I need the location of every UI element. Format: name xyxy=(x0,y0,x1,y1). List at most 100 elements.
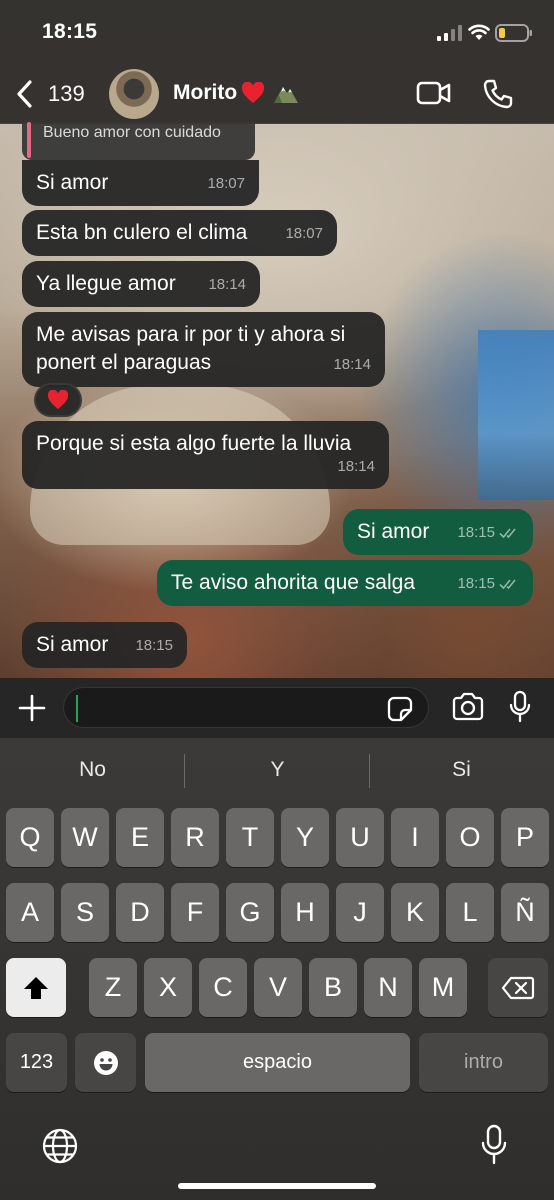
phone-icon[interactable] xyxy=(482,78,514,110)
message-bubble-incoming[interactable]: Me avisas para ir por ti y ahora si pone… xyxy=(22,312,385,387)
text-cursor xyxy=(76,695,78,722)
message-bubble-outgoing[interactable]: Te aviso ahorita que salga 18:15 xyxy=(157,560,533,606)
key-h[interactable]: H xyxy=(281,883,329,942)
message-bubble-incoming[interactable]: Ya llegue amor 18:14 xyxy=(22,261,260,307)
key-r[interactable]: R xyxy=(171,808,219,867)
key-k[interactable]: K xyxy=(391,883,439,942)
message-text: Si amor xyxy=(36,171,109,194)
quoted-message[interactable]: Bueno amor con cuidado xyxy=(22,122,255,160)
message-time: 18:07 xyxy=(285,225,323,242)
emoji-icon xyxy=(93,1050,118,1075)
wallpaper-photo-window xyxy=(478,330,554,500)
key-v[interactable]: V xyxy=(254,958,302,1017)
suggestion-no[interactable]: No xyxy=(0,758,185,782)
message-time-text: 18:15 xyxy=(457,575,495,592)
microphone-icon[interactable] xyxy=(508,690,532,724)
globe-icon[interactable] xyxy=(42,1128,78,1164)
sticker-icon[interactable] xyxy=(386,695,414,723)
message-text-line: Me avisas para ir por ti y ahora si xyxy=(36,323,346,346)
message-text-line: ponert el paraguas xyxy=(36,351,212,374)
status-bar: 18:15 xyxy=(0,0,554,66)
plus-icon[interactable] xyxy=(16,692,48,724)
key-g[interactable]: G xyxy=(226,883,274,942)
key-y[interactable]: Y xyxy=(281,808,329,867)
key-p[interactable]: P xyxy=(501,808,549,867)
red-heart-icon xyxy=(47,390,69,410)
message-text: Esta bn culero el clima xyxy=(36,221,248,244)
key-w[interactable]: W xyxy=(61,808,109,867)
suggestion-bar: No Y Si xyxy=(0,738,554,804)
home-indicator xyxy=(178,1183,376,1189)
key-l[interactable]: L xyxy=(446,883,494,942)
key-i[interactable]: I xyxy=(391,808,439,867)
microphone-icon[interactable] xyxy=(480,1124,508,1166)
mountain-icon xyxy=(274,87,299,103)
red-heart-icon xyxy=(242,82,265,103)
message-composer xyxy=(0,678,554,738)
key-b[interactable]: B xyxy=(309,958,357,1017)
space-key[interactable]: espacio xyxy=(145,1033,410,1092)
key-x[interactable]: X xyxy=(144,958,192,1017)
shift-icon xyxy=(24,976,48,999)
key-n[interactable]: N xyxy=(364,958,412,1017)
message-bubble-incoming[interactable]: Esta bn culero el clima 18:07 xyxy=(22,210,337,256)
key-d[interactable]: D xyxy=(116,883,164,942)
chat-header: 139 Morito xyxy=(0,66,554,124)
numbers-key[interactable]: 123 xyxy=(6,1033,67,1092)
key-u[interactable]: U xyxy=(336,808,384,867)
camera-icon[interactable] xyxy=(451,692,485,722)
key-o[interactable]: O xyxy=(446,808,494,867)
message-bubble-incoming[interactable]: Si amor 18:15 xyxy=(22,622,187,668)
message-input[interactable] xyxy=(63,687,429,728)
message-time: 18:15 xyxy=(457,570,519,598)
message-bubble-outgoing[interactable]: Si amor 18:15 xyxy=(343,509,533,555)
key-z[interactable]: Z xyxy=(89,958,137,1017)
key-c[interactable]: C xyxy=(199,958,247,1017)
quoted-message-text: Bueno amor con cuidado xyxy=(43,124,221,141)
read-ticks-icon xyxy=(499,579,516,590)
message-time: 18:14 xyxy=(333,356,371,373)
suggestion-y[interactable]: Y xyxy=(185,758,370,782)
key-e[interactable]: E xyxy=(116,808,164,867)
key-t[interactable]: T xyxy=(226,808,274,867)
quote-accent-bar xyxy=(27,122,31,158)
message-time: 18:15 xyxy=(135,637,173,654)
message-time: 18:15 xyxy=(457,519,519,547)
message-time: 18:07 xyxy=(207,175,245,192)
battery-icon xyxy=(495,24,532,42)
back-chevron-icon xyxy=(17,80,32,108)
backspace-icon xyxy=(501,976,535,999)
back-button[interactable]: 139 xyxy=(14,78,85,110)
key-s[interactable]: S xyxy=(61,883,109,942)
key-j[interactable]: J xyxy=(336,883,384,942)
emoji-key[interactable] xyxy=(75,1033,136,1092)
suggestion-si[interactable]: Si xyxy=(369,758,554,782)
video-camera-icon[interactable] xyxy=(416,79,452,107)
key-f[interactable]: F xyxy=(171,883,219,942)
key-m[interactable]: M xyxy=(419,958,467,1017)
message-time: 18:14 xyxy=(337,458,375,475)
key-q[interactable]: Q xyxy=(6,808,54,867)
message-text: Te aviso ahorita que salga xyxy=(171,571,415,594)
status-time: 18:15 xyxy=(42,20,98,43)
key-a[interactable]: A xyxy=(6,883,54,942)
keyboard: No Y Si Q W E R T Y U I O P A S D F G H … xyxy=(0,738,554,1200)
backspace-key[interactable] xyxy=(488,958,548,1017)
reaction-badge[interactable] xyxy=(34,383,82,417)
message-bubble-incoming[interactable]: Si amor 18:07 xyxy=(22,160,259,206)
message-text: Porque si esta algo fuerte la lluvia xyxy=(36,432,352,455)
return-key[interactable]: intro xyxy=(419,1033,548,1092)
wifi-icon xyxy=(468,24,490,40)
message-bubble-incoming[interactable]: Porque si esta algo fuerte la lluvia 18:… xyxy=(22,421,389,489)
contact-name-text: Morito xyxy=(173,81,238,104)
avatar[interactable] xyxy=(109,69,159,119)
message-time: 18:14 xyxy=(208,276,246,293)
contact-name[interactable]: Morito xyxy=(173,81,299,105)
key-enye[interactable]: Ñ xyxy=(501,883,549,942)
signal-icon xyxy=(437,25,462,41)
message-text: Si amor xyxy=(357,520,430,543)
unread-count: 139 xyxy=(48,81,85,106)
read-ticks-icon xyxy=(499,528,516,539)
message-text: Si amor xyxy=(36,633,109,656)
shift-key[interactable] xyxy=(6,958,66,1017)
